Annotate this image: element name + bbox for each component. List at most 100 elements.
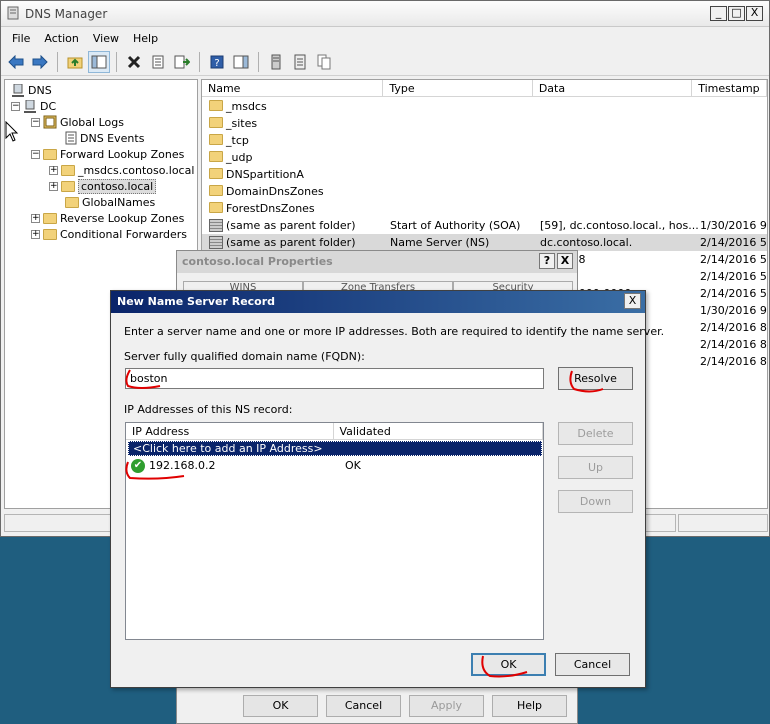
ip-address-list: IP Address Validated <Click here to add … xyxy=(125,422,544,640)
view-list-icon[interactable] xyxy=(289,51,311,73)
ip-row[interactable]: ✔ 192.168.0.2 OK xyxy=(128,457,542,474)
column-header-name[interactable]: Name xyxy=(202,80,384,96)
back-arrow-icon[interactable] xyxy=(5,51,27,73)
menu-file[interactable]: File xyxy=(5,32,37,45)
list-cell-timestamp: 2/14/2016 5: xyxy=(700,253,768,266)
menu-help[interactable]: Help xyxy=(126,32,165,45)
close-button[interactable]: X xyxy=(746,6,763,21)
down-button[interactable]: Down xyxy=(558,490,633,513)
properties-title: contoso.local Properties xyxy=(182,255,333,268)
fqdn-label: Server fully qualified domain name (FQDN… xyxy=(124,350,365,363)
tree-node-global-logs[interactable]: − Global Logs xyxy=(31,114,124,130)
ip-address-value: 192.168.0.2 xyxy=(149,459,216,472)
list-cell-name: (same as parent folder) xyxy=(226,219,356,232)
expand-icon[interactable]: + xyxy=(49,165,58,175)
column-header-type[interactable]: Type xyxy=(383,80,533,96)
list-item[interactable]: (same as parent folder) Name Server (NS) d… xyxy=(202,234,767,251)
svg-text:?: ? xyxy=(214,58,219,69)
close-button[interactable]: X xyxy=(624,293,641,309)
list-cell-data: [59], dc.contoso.local., hos... xyxy=(540,219,699,232)
zone-folder-icon xyxy=(209,100,223,111)
dns-manager-icon xyxy=(7,6,19,20)
maximize-button[interactable]: □ xyxy=(728,6,745,21)
list-item[interactable]: DomainDnsZones xyxy=(202,183,767,200)
list-cell-name: ForestDnsZones xyxy=(226,202,315,215)
action-pane-icon[interactable] xyxy=(230,51,252,73)
apply-button[interactable]: Apply xyxy=(409,695,484,717)
ok-button[interactable]: OK xyxy=(471,653,546,676)
menu-action[interactable]: Action xyxy=(37,32,85,45)
expand-icon[interactable]: + xyxy=(31,213,40,223)
toolbar-separator xyxy=(199,52,200,72)
menu-view[interactable]: View xyxy=(86,32,126,45)
column-header-timestamp[interactable]: Timestamp xyxy=(692,80,767,96)
tree-node-reverse-lookup-zones[interactable]: + Reverse Lookup Zones xyxy=(31,210,184,226)
list-cell-timestamp: 2/14/2016 5: xyxy=(700,287,768,300)
up-button[interactable]: Up xyxy=(558,456,633,479)
list-item[interactable]: _sites xyxy=(202,115,767,132)
list-item[interactable]: _msdcs xyxy=(202,98,767,115)
ip-addresses-label: IP Addresses of this NS record: xyxy=(124,403,293,416)
help-button[interactable]: Help xyxy=(492,695,567,717)
list-header: Name Type Data Timestamp xyxy=(202,80,767,97)
ok-button[interactable]: OK xyxy=(243,695,318,717)
copy-icon[interactable] xyxy=(313,51,335,73)
collapse-icon[interactable]: − xyxy=(31,117,40,127)
list-item[interactable]: ForestDnsZones xyxy=(202,200,767,217)
column-header-data[interactable]: Data xyxy=(533,80,693,96)
list-cell-name: _tcp xyxy=(226,134,249,147)
column-header-validated[interactable]: Validated xyxy=(334,423,543,439)
properties-icon[interactable] xyxy=(147,51,169,73)
update-server-icon[interactable] xyxy=(265,51,287,73)
list-item[interactable]: _tcp xyxy=(202,132,767,149)
fqdn-input[interactable]: boston xyxy=(125,368,544,389)
tree-node-dns-events[interactable]: DNS Events xyxy=(65,130,144,146)
list-cell-name: _udp xyxy=(226,151,253,164)
help-button[interactable]: ? xyxy=(539,253,555,269)
new-name-server-record-dialog: New Name Server Record X Enter a server … xyxy=(110,290,664,688)
delete-icon[interactable] xyxy=(123,51,145,73)
ns-dialog-title: New Name Server Record xyxy=(117,295,276,308)
zone-icon xyxy=(65,196,79,208)
folder-icon xyxy=(209,168,223,179)
collapse-icon[interactable]: − xyxy=(31,149,40,159)
export-list-icon[interactable] xyxy=(171,51,193,73)
tree-node-globalnames[interactable]: GlobalNames xyxy=(65,194,155,210)
list-cell-timestamp: 1/30/2016 9: xyxy=(700,304,768,317)
list-cell-timestamp: 2/14/2016 8: xyxy=(700,321,768,334)
column-header-ip-address[interactable]: IP Address xyxy=(126,423,334,439)
ip-validated-value: OK xyxy=(345,459,361,472)
list-item[interactable]: _udp xyxy=(202,149,767,166)
folder-icon xyxy=(43,228,57,240)
tree-node-dns[interactable]: DNS xyxy=(11,82,52,98)
close-button[interactable]: X xyxy=(557,253,573,269)
record-icon xyxy=(209,219,223,232)
delete-button[interactable]: Delete xyxy=(558,422,633,445)
minimize-button[interactable]: _ xyxy=(710,6,727,21)
cancel-button[interactable]: Cancel xyxy=(326,695,401,717)
expand-icon[interactable]: + xyxy=(49,181,58,191)
collapse-icon[interactable]: − xyxy=(11,101,20,111)
resolve-button[interactable]: Resolve xyxy=(558,367,633,390)
list-cell-timestamp: 2/14/2016 5: xyxy=(700,236,768,249)
status-panel xyxy=(678,514,768,532)
tree-node-dc[interactable]: − DC xyxy=(11,98,56,114)
tree-node-contoso-local[interactable]: + contoso.local xyxy=(49,178,157,194)
server-icon xyxy=(24,99,36,113)
up-folder-icon[interactable] xyxy=(64,51,86,73)
show-hide-tree-icon[interactable] xyxy=(88,51,110,73)
cancel-button[interactable]: Cancel xyxy=(555,653,630,676)
list-item[interactable]: (same as parent folder) Start of Authorit… xyxy=(202,217,767,234)
menu-bar: File Action View Help xyxy=(1,27,769,49)
help-icon[interactable]: ? xyxy=(206,51,228,73)
tree-node-forward-lookup-zones[interactable]: − Forward Lookup Zones xyxy=(31,146,184,162)
tree-node-msdcs-zone[interactable]: + _msdcs.contoso.local xyxy=(49,162,194,178)
tree-node-conditional-forwarders[interactable]: + Conditional Forwarders xyxy=(31,226,187,242)
expand-icon[interactable]: + xyxy=(31,229,40,239)
forward-arrow-icon[interactable] xyxy=(29,51,51,73)
list-item[interactable]: DNSpartitionA xyxy=(202,166,767,183)
ip-list-header: IP Address Validated xyxy=(126,423,543,440)
list-cell-name: DomainDnsZones xyxy=(226,185,324,198)
list-cell-data: dc.contoso.local. xyxy=(540,236,633,249)
add-ip-address-row[interactable]: <Click here to add an IP Address> xyxy=(128,441,542,456)
